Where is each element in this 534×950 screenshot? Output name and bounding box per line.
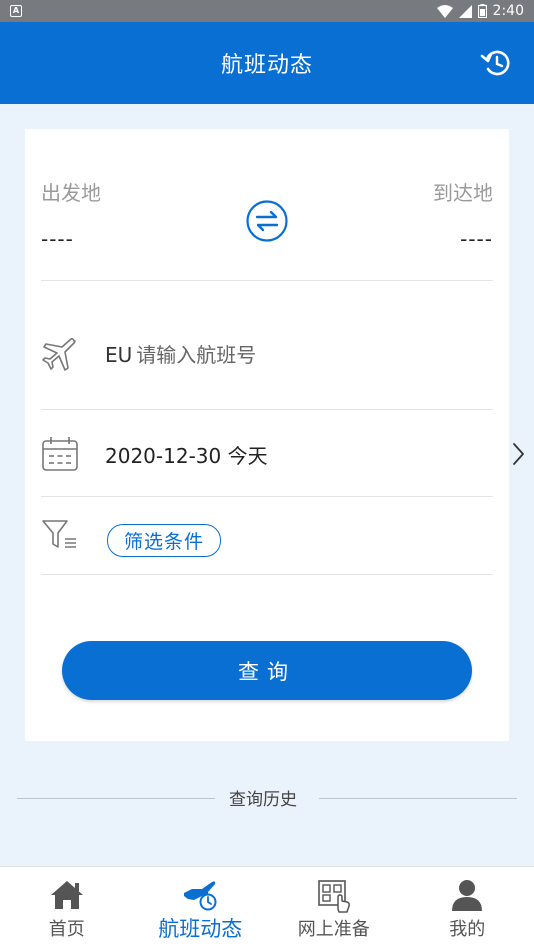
tab-label: 网上准备: [297, 919, 370, 940]
tab-label: 航班动态: [158, 917, 243, 941]
divider-line: [17, 798, 215, 799]
status-bar: A 2:40: [0, 0, 534, 22]
filter-row: 筛选条件: [41, 497, 493, 575]
chevron-right-icon[interactable]: [510, 440, 526, 468]
tab-mine[interactable]: 我的: [401, 867, 534, 950]
refresh-button[interactable]: [478, 44, 516, 82]
date-row[interactable]: 2020-12-30 今天: [41, 410, 493, 497]
tab-label: 我的: [449, 919, 486, 940]
filter-icon: [42, 520, 76, 548]
arrival-label: 到达地: [433, 181, 493, 205]
flight-number-field: EU: [105, 343, 437, 367]
departure-label: 出发地: [41, 181, 101, 205]
refresh-icon: [480, 50, 510, 76]
departure-value[interactable]: ----: [41, 227, 74, 251]
query-button[interactable]: 查询: [62, 641, 472, 700]
tab-online-prep[interactable]: 网上准备: [267, 867, 401, 950]
tab-label: 首页: [48, 919, 85, 940]
date-value: 2020-12-30 今天: [105, 444, 268, 468]
home-icon: [50, 881, 83, 909]
tab-home[interactable]: 首页: [0, 867, 134, 950]
query-history-divider: 查询历史: [17, 784, 517, 810]
notification-icon: A: [10, 5, 22, 17]
app-header: 航班动态: [0, 22, 534, 104]
filter-button[interactable]: 筛选条件: [107, 524, 222, 557]
airplane-icon: [42, 337, 76, 371]
swap-icon: [246, 200, 288, 242]
online-prep-icon: [317, 880, 350, 913]
divider-line: [319, 798, 517, 799]
route-section: 出发地 ---- 到达地 ----: [41, 129, 493, 281]
airline-prefix: EU: [105, 343, 133, 367]
tab-flight-status[interactable]: 航班动态: [134, 867, 268, 950]
status-time: 2:40: [492, 3, 524, 19]
wifi-icon: [436, 4, 453, 18]
swap-button[interactable]: [246, 200, 288, 242]
flight-status-icon: [184, 881, 217, 911]
query-history-label[interactable]: 查询历史: [229, 785, 297, 810]
user-icon: [452, 880, 483, 911]
battery-icon: [477, 4, 487, 18]
signal-icon: [458, 4, 472, 18]
flight-number-row: EU: [41, 281, 493, 410]
bottom-tab-bar: 首页 航班动态 网上准备 我的: [0, 866, 534, 950]
page-title: 航班动态: [220, 53, 313, 78]
arrival-value[interactable]: ----: [460, 227, 493, 251]
flight-number-input[interactable]: [136, 343, 437, 367]
calendar-icon: [42, 437, 78, 471]
